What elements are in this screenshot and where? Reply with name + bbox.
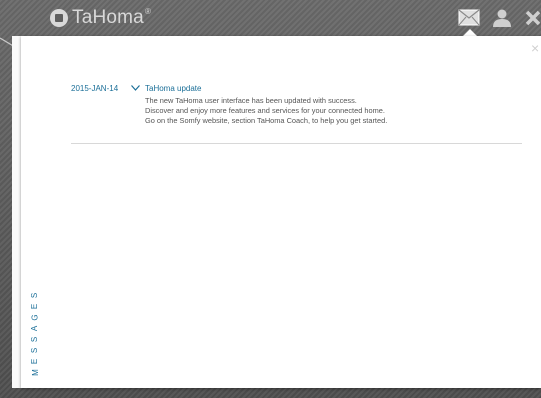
close-icon[interactable]: [524, 9, 541, 27]
logo[interactable]: TaHoma®: [50, 7, 151, 29]
chevron-down-icon[interactable]: [131, 85, 140, 91]
side-label-letter: E: [30, 303, 40, 310]
panel-close-button[interactable]: ×: [531, 40, 539, 56]
message-date: 2015-JAN-14: [71, 84, 119, 93]
panel-edge: [12, 36, 21, 388]
brand-name: TaHoma®: [72, 7, 152, 28]
side-label-letter: M: [30, 369, 40, 376]
messages-side-label: SEGASSEM: [29, 291, 41, 377]
messages-panel: × 2015-JAN-14 TaHoma update The new TaHo…: [21, 36, 541, 388]
side-label-letter: S: [30, 292, 40, 299]
side-label-letter: S: [30, 336, 40, 343]
message-title[interactable]: TaHoma update: [145, 84, 525, 94]
message-line: Discover and enjoy more features and ser…: [145, 106, 385, 115]
message-line: The new TaHoma user interface has been u…: [145, 96, 357, 105]
mail-icon[interactable]: [458, 9, 480, 26]
popover-pointer: [463, 29, 477, 36]
side-label-letter: G: [30, 314, 40, 321]
message-body: TaHoma update The new TaHoma user interf…: [145, 84, 525, 126]
user-icon[interactable]: [492, 9, 512, 27]
message-line: Go on the Somfy website, section TaHoma …: [145, 116, 388, 125]
side-label-letter: A: [30, 325, 40, 332]
top-bar: TaHoma®: [0, 0, 541, 36]
message-divider: [71, 143, 522, 144]
side-label-letter: S: [30, 347, 40, 354]
home-logo-icon: [50, 9, 68, 27]
side-label-letter: E: [30, 358, 40, 365]
